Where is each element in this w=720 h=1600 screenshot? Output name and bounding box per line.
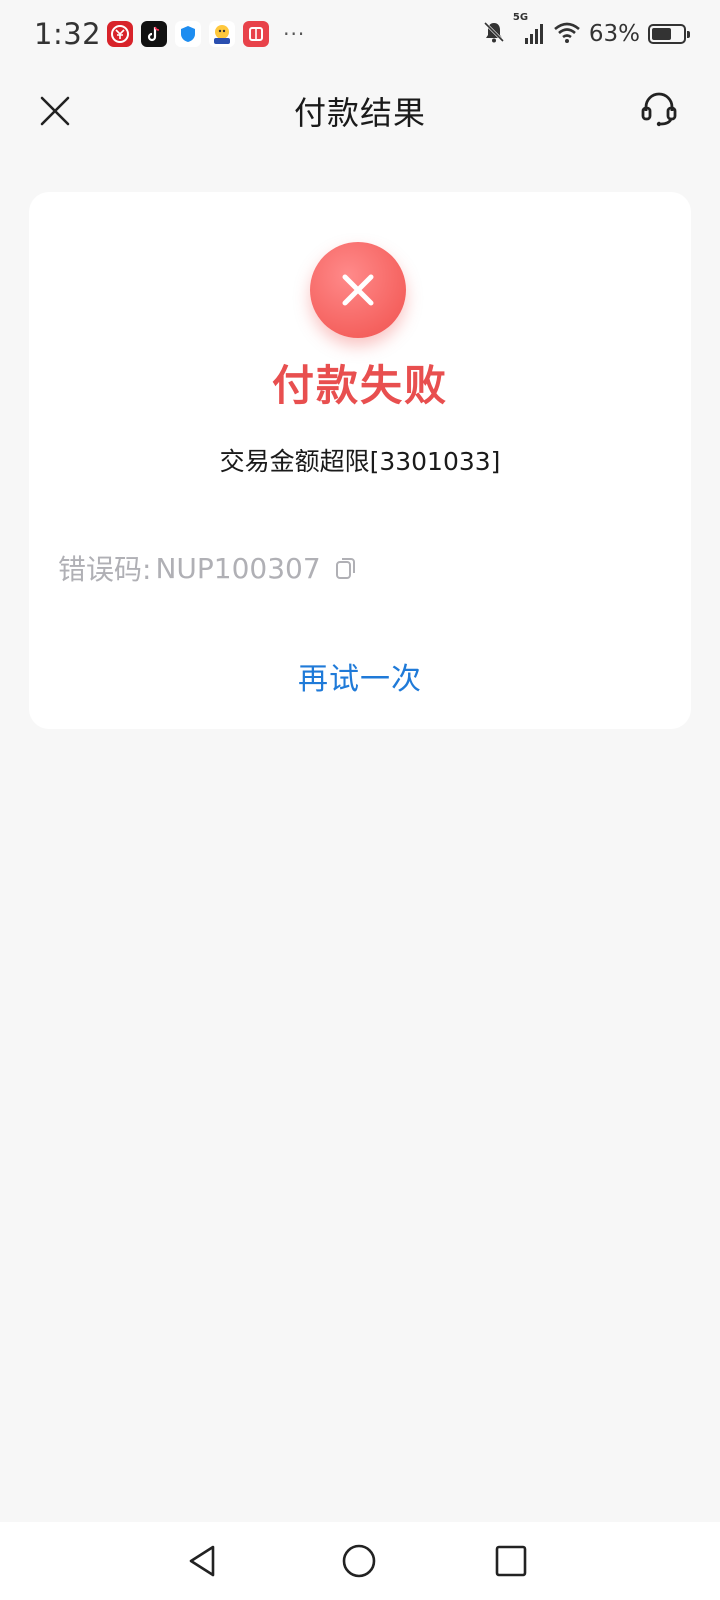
error-code-row: 错误码: NUP100307	[58, 548, 359, 588]
status-app-icons: ···	[107, 21, 305, 47]
mascot-app-icon	[209, 21, 236, 47]
mute-bell-icon	[481, 19, 507, 49]
nav-back-button[interactable]	[180, 1538, 226, 1584]
header: 付款结果	[0, 70, 720, 152]
battery-fill	[652, 28, 671, 40]
nav-recents-button[interactable]	[488, 1538, 534, 1584]
payment-result-card: 付款失败 交易金额超限[3301033] 错误码: NUP100307 再试一次	[29, 192, 691, 729]
shield-app-icon	[175, 21, 202, 47]
network-type: 5G	[512, 12, 529, 23]
more-notifications-icon: ···	[283, 22, 306, 46]
status-time: 1:32	[34, 17, 102, 51]
error-code-label: 错误码:	[58, 553, 152, 586]
system-navigation-bar	[0, 1522, 720, 1600]
battery-icon	[648, 24, 690, 44]
status-indicators: 5G 63%	[481, 12, 690, 49]
failure-reason: 交易金额超限[3301033]	[219, 447, 501, 476]
cellular-signal-icon: 5G	[513, 12, 545, 46]
status-bar: 1:32 ··· 5G 63%	[0, 0, 720, 68]
error-code-value: NUP100307	[155, 551, 321, 585]
copy-error-code-button[interactable]	[333, 554, 359, 582]
payment-status-title: 付款失败	[271, 361, 448, 410]
retry-button[interactable]: 再试一次	[29, 654, 691, 698]
reader-app-icon	[243, 21, 270, 47]
copy-icon	[335, 558, 355, 579]
back-triangle-icon	[189, 1545, 215, 1577]
headset-icon	[641, 92, 677, 127]
wifi-icon	[553, 20, 581, 48]
close-button[interactable]	[30, 86, 80, 136]
tiktok-app-icon	[141, 21, 168, 47]
digital-yuan-app-icon	[107, 21, 134, 47]
nav-home-button[interactable]	[336, 1538, 382, 1584]
home-circle-icon	[342, 1544, 376, 1578]
recents-square-icon	[495, 1545, 527, 1577]
payment-failed-icon	[310, 242, 406, 338]
close-icon	[40, 96, 70, 126]
battery-percent: 63%	[588, 21, 640, 47]
customer-service-button[interactable]	[634, 84, 684, 134]
page-title: 付款结果	[293, 94, 426, 132]
